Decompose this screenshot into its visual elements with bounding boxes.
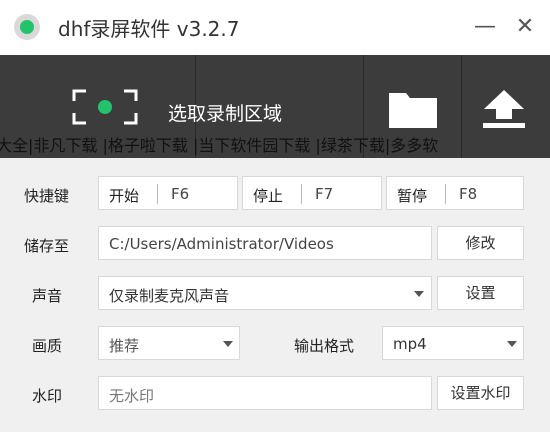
folder-icon[interactable] [388,89,438,129]
stop-hotkey-key: F7 [315,185,334,203]
pause-hotkey-key: F8 [459,185,478,203]
audio-selected-value: 仅录制麦克风声音 [109,287,230,305]
toolbar-divider [461,55,462,158]
app-logo-icon [14,14,40,40]
chevron-down-icon [414,291,424,297]
toolbar: 选取录制区域 大全|非凡下载 |格子啦下载 |当下软件园下载 |绿茶下载|多多软 [0,55,550,158]
storage-path: C:/Users/Administrator/Videos [109,235,334,253]
format-label: 输出格式 [294,337,355,355]
minimize-button[interactable]: — [470,12,500,42]
watermark-field[interactable]: 无水印 [98,376,432,410]
chevron-down-icon [507,341,517,347]
audio-label: 声音 [32,287,63,305]
watermark-settings-button[interactable]: 设置水印 [437,376,524,410]
stop-hotkey-label: 停止 [253,187,284,205]
audio-settings-button[interactable]: 设置 [437,276,524,310]
upload-icon[interactable] [481,89,527,129]
select-region-button[interactable]: 选取录制区域 [60,73,350,133]
overlay-watermark-text: 大全|非凡下载 |格子啦下载 |当下软件园下载 |绿茶下载|多多软 [0,136,439,155]
pause-hotkey-field[interactable]: 暂停 F8 [386,176,524,210]
chevron-down-icon [223,341,233,347]
storage-label: 储存至 [24,237,70,255]
pause-hotkey-label: 暂停 [397,187,428,205]
start-hotkey-key: F6 [171,185,190,203]
watermark-label: 水印 [32,387,63,405]
field-divider [301,184,302,204]
storage-path-field[interactable]: C:/Users/Administrator/Videos [98,226,432,260]
quality-select[interactable]: 推荐 [98,326,240,360]
field-divider [445,184,446,204]
close-button[interactable]: ✕ [510,12,540,42]
start-hotkey-label: 开始 [109,187,140,205]
audio-select[interactable]: 仅录制麦克风声音 [98,276,432,310]
settings-panel: 快捷键 开始 F6 停止 F7 暂停 F8 储存至 C:/Users/Admin… [0,158,550,432]
format-selected-value: mp4 [393,335,427,353]
start-hotkey-field[interactable]: 开始 F6 [98,176,238,210]
stop-hotkey-field[interactable]: 停止 F7 [242,176,382,210]
title-bar: dhf录屏软件 v3.2.7 — ✕ [0,0,550,55]
region-label: 选取录制区域 [168,103,283,125]
quality-selected-value: 推荐 [109,337,140,355]
app-title: dhf录屏软件 v3.2.7 [58,17,240,41]
modify-path-button[interactable]: 修改 [437,226,524,260]
quality-label: 画质 [32,337,63,355]
format-select[interactable]: mp4 [382,326,524,360]
hotkey-label: 快捷键 [24,187,70,205]
field-divider [157,184,158,204]
select-region-icon [72,89,138,125]
watermark-placeholder: 无水印 [109,387,155,405]
